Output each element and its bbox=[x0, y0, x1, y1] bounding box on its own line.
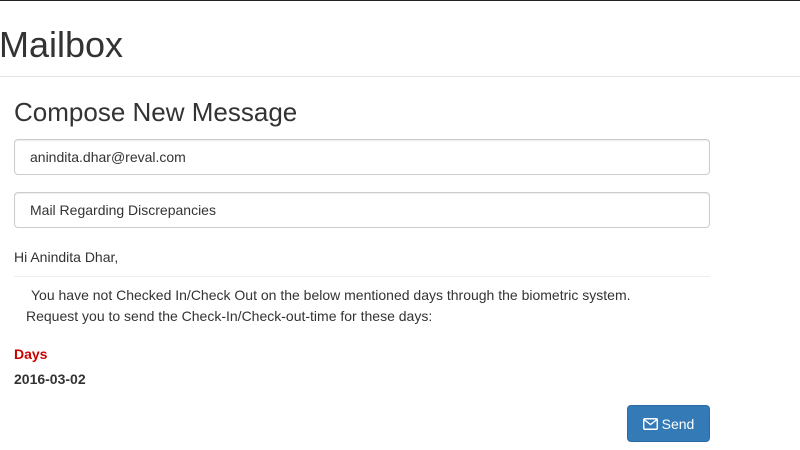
message-body-line-2: Request you to send the Check-In/Check-o… bbox=[26, 308, 433, 324]
to-email-field[interactable] bbox=[14, 139, 710, 175]
compose-title: Compose New Message bbox=[14, 97, 298, 127]
send-button-label: Send bbox=[661, 415, 695, 432]
mailbox-page: Mailbox Compose New Message Hi Anindita … bbox=[0, 0, 800, 450]
envelope-icon bbox=[642, 417, 658, 430]
page-title: Mailbox bbox=[0, 24, 124, 65]
subject-field[interactable] bbox=[14, 192, 710, 228]
message-divider bbox=[14, 276, 710, 277]
message-greeting: Hi Anindita Dhar, bbox=[14, 249, 119, 265]
day-value: 2016-03-02 bbox=[14, 371, 86, 387]
days-label: Days bbox=[14, 346, 48, 362]
message-body-line-1: You have not Checked In/Check Out on the… bbox=[31, 287, 631, 303]
send-button[interactable]: Send bbox=[627, 405, 710, 442]
page-header: Mailbox bbox=[0, 1, 800, 77]
